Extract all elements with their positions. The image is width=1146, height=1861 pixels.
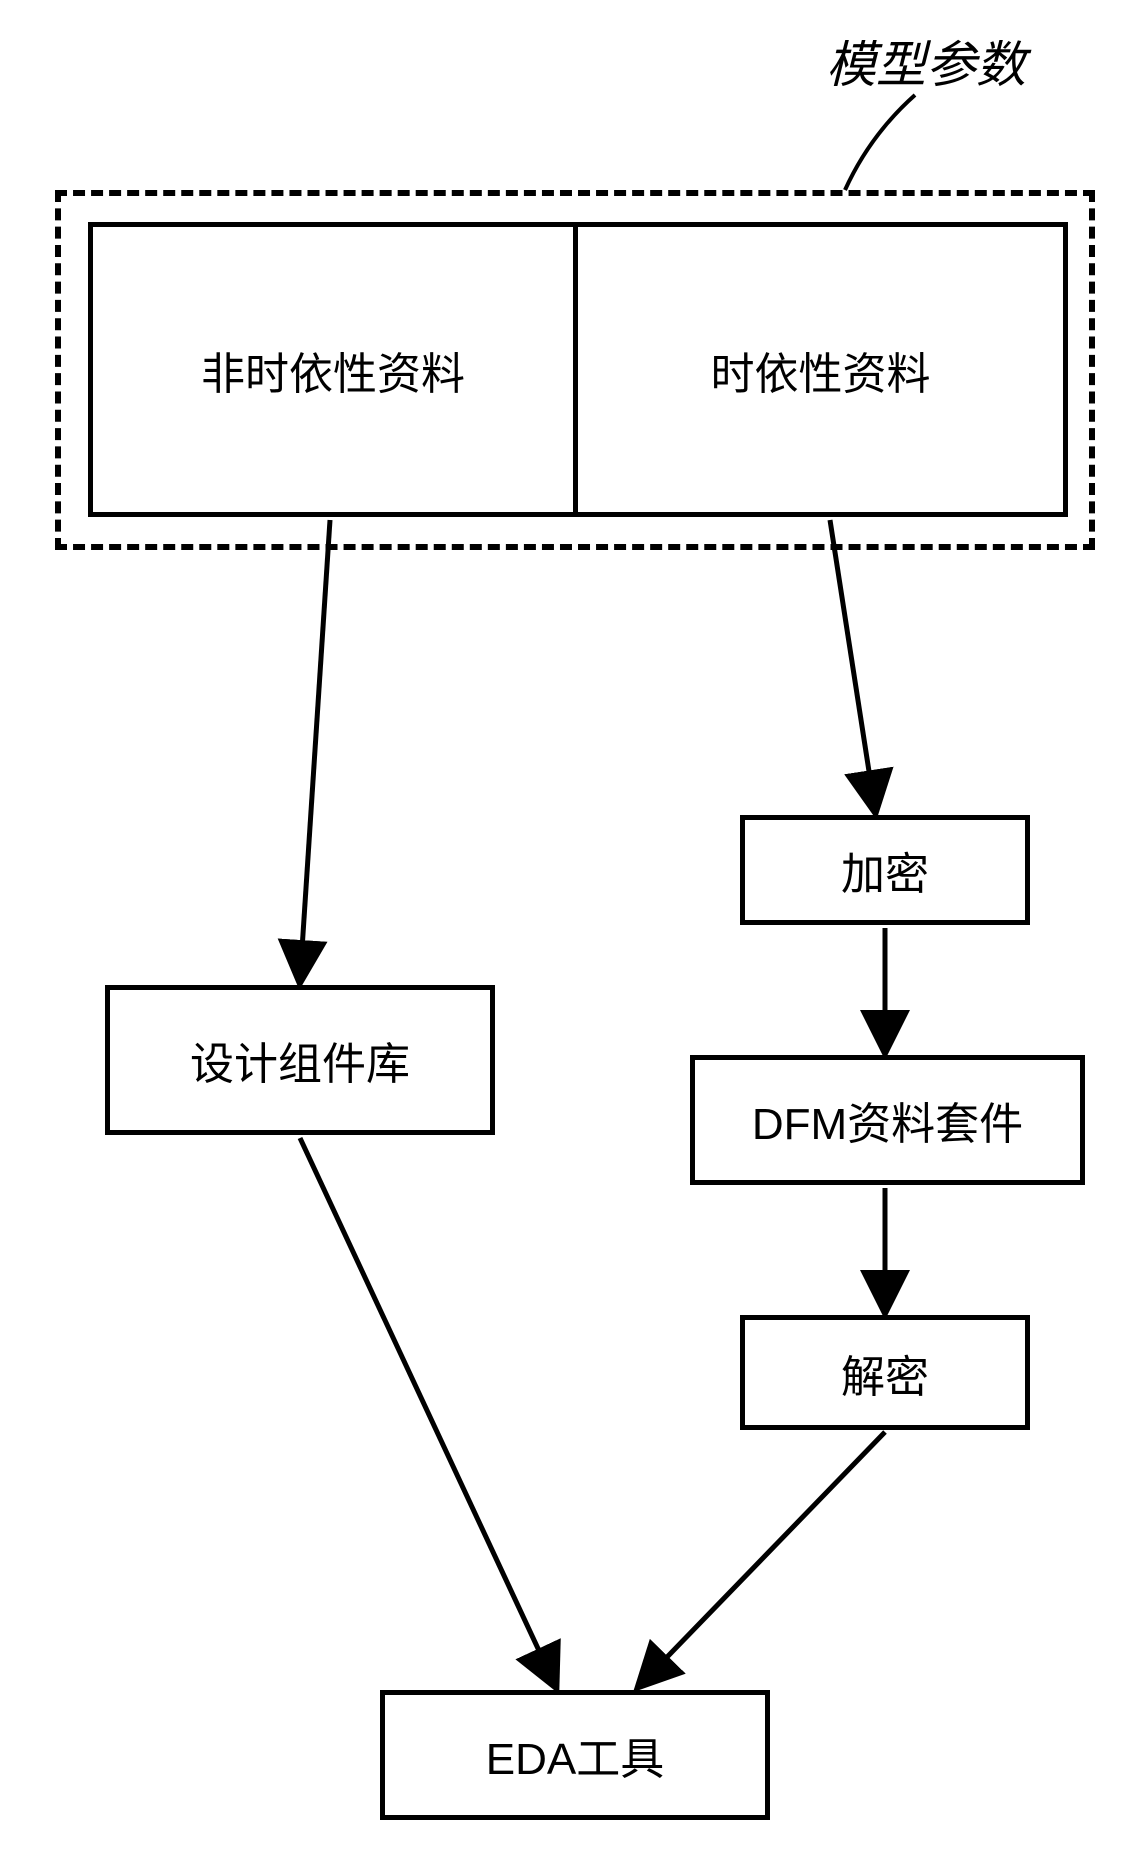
box-eda-tool: EDA工具 <box>380 1690 770 1820</box>
box-design-library: 设计组件库 <box>105 985 495 1135</box>
box-decrypt: 解密 <box>740 1315 1030 1430</box>
box-encrypt: 加密 <box>740 815 1030 925</box>
title-connector <box>820 85 970 205</box>
box-time-data: 时依性资料 <box>578 222 1068 517</box>
box-nontime-data: 非时依性资料 <box>88 222 578 517</box>
box-dfm-kit: DFM资料套件 <box>690 1055 1085 1185</box>
